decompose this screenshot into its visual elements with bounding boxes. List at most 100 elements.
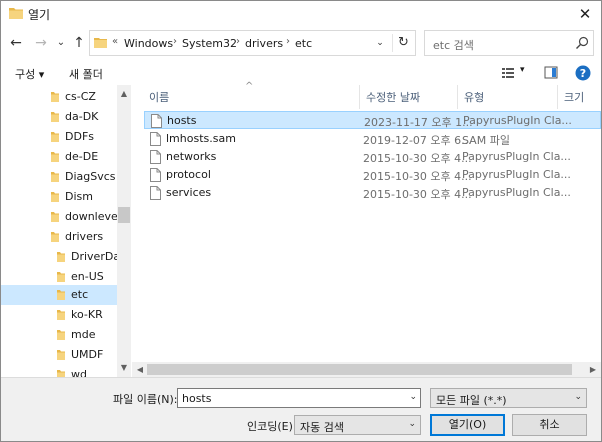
tree-item-label: downlevel xyxy=(65,210,121,223)
up-button[interactable]: ↑ xyxy=(70,34,88,52)
help-icon[interactable]: ? xyxy=(574,64,592,82)
address-dropdown-icon[interactable]: ⌄ xyxy=(371,34,389,52)
scroll-left-icon[interactable]: ◀ xyxy=(133,362,147,377)
filename-value: hosts xyxy=(182,392,212,405)
scroll-up-icon[interactable]: ▲ xyxy=(117,87,131,101)
tree-item-da-DK[interactable]: da-DK xyxy=(1,107,117,127)
tree-item-label: etc xyxy=(71,288,89,301)
tree-item-DDFs[interactable]: DDFs xyxy=(1,127,117,147)
tree-item-ko-KR[interactable]: ko-KR xyxy=(1,305,117,325)
file-row-hosts[interactable]: hosts 2023-11-17 오후 1... PapyrusPlugIn C… xyxy=(144,111,601,129)
tree-item-de-DE[interactable]: de-DE xyxy=(1,147,117,167)
filename-input[interactable]: hosts ⌄ xyxy=(177,388,421,408)
chevron-down-icon[interactable]: ⌄ xyxy=(409,392,417,402)
view-dropdown-icon[interactable]: ▾ xyxy=(520,65,525,75)
tree-item-etc[interactable]: etc xyxy=(1,285,117,305)
file-name: protocol xyxy=(166,168,211,181)
encoding-select[interactable]: 자동 검색 ⌄ xyxy=(294,415,421,435)
breadcrumb-separator[interactable]: › xyxy=(173,36,177,47)
file-list: 이름 ^ 수정한 날짜 유형 크기 hosts 2023-11-17 오후 1.… xyxy=(132,81,601,377)
path-overflow-icon[interactable]: « xyxy=(112,36,118,47)
recent-locations-button[interactable]: ⌄ xyxy=(52,34,70,52)
column-divider[interactable] xyxy=(359,85,360,109)
column-header-date[interactable]: 수정한 날짜 xyxy=(366,89,420,105)
folder-icon xyxy=(51,92,59,102)
folder-icon xyxy=(51,212,59,222)
file-icon xyxy=(150,132,161,146)
tree-item-label: cs-CZ xyxy=(65,90,96,103)
breadcrumb-windows[interactable]: Windows xyxy=(124,37,173,50)
new-folder-button[interactable]: 새 폴더 xyxy=(69,66,103,82)
column-header-name[interactable]: 이름 xyxy=(149,89,169,105)
tree-item-label: wd xyxy=(71,368,87,377)
breadcrumb-separator[interactable]: › xyxy=(286,36,290,47)
address-folder-icon xyxy=(94,38,107,48)
file-type-filter-value: 모든 파일 (*.*) xyxy=(436,394,507,407)
tree-item-Dism[interactable]: Dism xyxy=(1,187,117,207)
window-title: 열기 xyxy=(28,8,51,22)
title-bar: 열기 ✕ xyxy=(1,1,601,27)
navigation-scrollbar[interactable]: ▲ ▼ xyxy=(117,85,131,377)
scrollbar-thumb[interactable] xyxy=(147,364,572,375)
breadcrumb-etc[interactable]: etc xyxy=(295,37,312,50)
file-name: networks xyxy=(166,150,217,163)
folder-icon xyxy=(57,330,65,340)
organize-button[interactable]: 구성 ▾ xyxy=(15,66,44,82)
folder-icon xyxy=(51,192,59,202)
forward-button[interactable]: → xyxy=(32,34,50,52)
column-divider[interactable] xyxy=(557,85,558,109)
folder-icon xyxy=(57,290,65,300)
view-options-icon[interactable] xyxy=(501,64,515,82)
search-input[interactable]: etc 검색 xyxy=(424,30,594,56)
tree-item-label: en-US xyxy=(71,270,104,283)
column-divider[interactable] xyxy=(457,85,458,109)
tree-item-en-US[interactable]: en-US xyxy=(1,267,117,287)
column-header-size[interactable]: 크기 xyxy=(564,89,584,105)
file-type: PapyrusPlugIn Cla... xyxy=(463,114,572,127)
file-icon xyxy=(151,114,162,128)
tree-item-label: DDFs xyxy=(65,130,94,143)
breadcrumb-drivers[interactable]: drivers xyxy=(245,37,283,50)
file-row-services[interactable]: services 2015-10-30 오후 4... PapyrusPlugI… xyxy=(144,184,601,202)
address-bar[interactable]: « Windows › System32 › drivers › etc ⌄ ↻ xyxy=(89,30,416,56)
breadcrumb-separator[interactable]: › xyxy=(236,36,240,47)
tree-item-cs-CZ[interactable]: cs-CZ xyxy=(1,87,117,107)
file-row-lmhosts[interactable]: lmhosts.sam 2019-12-07 오후 6... SAM 파일 xyxy=(144,130,601,148)
file-icon xyxy=(150,186,161,200)
tree-item-wd[interactable]: wd xyxy=(1,365,117,377)
file-row-networks[interactable]: networks 2015-10-30 오후 4... PapyrusPlugI… xyxy=(144,148,601,166)
folder-icon xyxy=(51,132,59,142)
back-button[interactable]: ← xyxy=(7,34,25,52)
refresh-icon[interactable]: ↻ xyxy=(392,34,414,52)
open-button[interactable]: 열기(O) xyxy=(430,414,505,436)
tree-item-label: Dism xyxy=(65,190,93,203)
scroll-right-icon[interactable]: ▶ xyxy=(586,362,600,377)
tree-item-mde[interactable]: mde xyxy=(1,325,117,345)
file-type-filter[interactable]: 모든 파일 (*.*) ⌄ xyxy=(430,388,587,408)
scroll-down-icon[interactable]: ▼ xyxy=(117,361,131,375)
file-date: 2015-10-30 오후 4... xyxy=(363,188,472,201)
column-header-type[interactable]: 유형 xyxy=(464,89,484,105)
cancel-button[interactable]: 취소 xyxy=(512,414,587,436)
folder-icon xyxy=(51,172,59,182)
tree-item-drivers[interactable]: drivers xyxy=(1,227,117,247)
tree-item-DiagSvcs[interactable]: DiagSvcs xyxy=(1,167,117,187)
encoding-value: 자동 검색 xyxy=(300,421,344,434)
window-folder-icon xyxy=(9,8,23,19)
scrollbar-thumb[interactable] xyxy=(118,207,130,223)
file-icon xyxy=(150,168,161,182)
tree-item-DriverData[interactable]: DriverData xyxy=(1,247,131,267)
preview-pane-icon[interactable] xyxy=(544,64,558,82)
svg-text:?: ? xyxy=(580,67,586,80)
search-icon[interactable] xyxy=(575,36,589,50)
breadcrumb-system32[interactable]: System32 xyxy=(182,37,237,50)
tree-item-downlevel[interactable]: downlevel xyxy=(1,207,121,227)
file-row-protocol[interactable]: protocol 2015-10-30 오후 4... PapyrusPlugI… xyxy=(144,166,601,184)
tree-item-UMDF[interactable]: UMDF xyxy=(1,345,117,365)
command-bar: 구성 ▾ 새 폴더 ▾ ? xyxy=(1,61,601,85)
file-list-scrollbar[interactable]: ◀ ▶ xyxy=(132,362,601,377)
encoding-label: 인코딩(E): xyxy=(247,420,297,433)
folder-icon xyxy=(57,350,65,360)
folder-icon xyxy=(51,112,59,122)
close-button[interactable]: ✕ xyxy=(571,3,599,25)
